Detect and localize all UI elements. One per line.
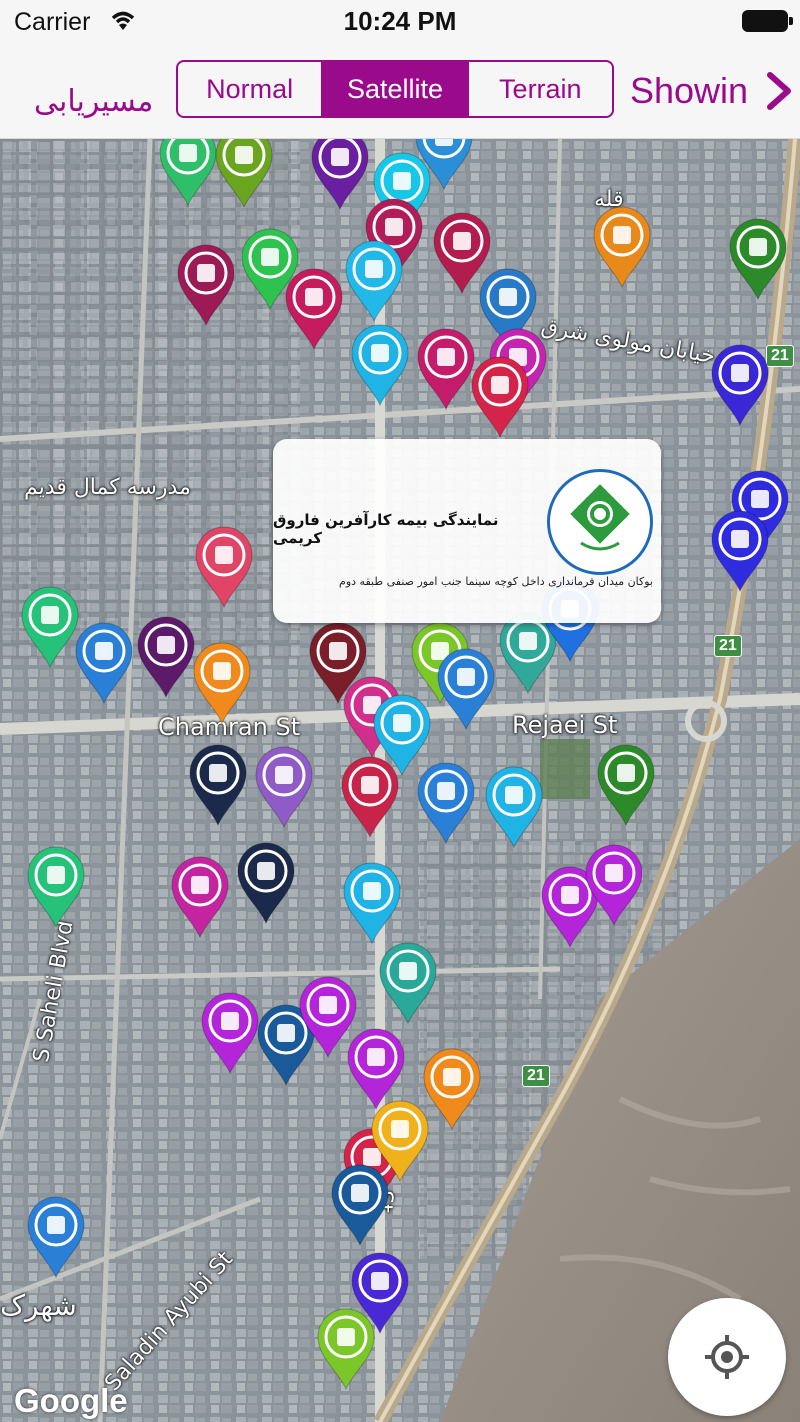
place-marker[interactable]	[156, 139, 220, 207]
routing-button[interactable]: مسیریابی	[34, 84, 153, 119]
place-marker[interactable]	[414, 759, 478, 845]
place-marker[interactable]	[590, 203, 654, 289]
map-type-normal[interactable]: Normal	[178, 62, 324, 116]
place-marker[interactable]	[314, 1305, 378, 1391]
callout-title: نمایندگی بیمه کارآفرین فاروق کریمی	[273, 511, 499, 547]
place-marker[interactable]	[234, 839, 298, 925]
map-label-rejaei: Rejaei St	[512, 711, 618, 739]
showin-button[interactable]: Showin	[630, 70, 794, 112]
insurance-company-logo	[547, 469, 653, 575]
place-marker[interactable]	[582, 841, 646, 927]
road-shield-21: 21	[714, 635, 742, 657]
place-marker[interactable]	[594, 741, 658, 827]
showin-label: Showin	[630, 70, 749, 111]
place-marker[interactable]	[24, 1193, 88, 1279]
place-marker[interactable]	[134, 613, 198, 699]
crosshair-icon	[705, 1335, 749, 1379]
place-marker[interactable]	[252, 743, 316, 829]
place-marker[interactable]	[174, 241, 238, 327]
google-attribution: Google	[14, 1382, 128, 1419]
place-marker[interactable]	[72, 619, 136, 705]
map-label-kamal-school: مدرسه کمال قدیم	[24, 475, 191, 500]
chevron-right-icon	[767, 72, 792, 110]
map-label-shahrak: شهرک	[0, 1289, 77, 1322]
place-marker[interactable]	[468, 353, 532, 439]
place-marker[interactable]	[212, 139, 276, 209]
place-marker[interactable]	[168, 853, 232, 939]
place-marker[interactable]	[190, 639, 254, 725]
place-marker[interactable]	[328, 1161, 392, 1247]
place-marker[interactable]	[376, 939, 440, 1025]
map-type-satellite[interactable]: Satellite	[323, 62, 469, 116]
place-marker[interactable]	[434, 645, 498, 731]
place-info-callout[interactable]: نمایندگی بیمه کارآفرین فاروق کریمی بوکان…	[273, 439, 661, 623]
place-marker[interactable]	[482, 763, 546, 849]
battery-icon	[742, 10, 793, 32]
clock: 10:24 PM	[343, 6, 457, 36]
place-marker[interactable]	[192, 523, 256, 609]
place-marker[interactable]	[198, 989, 262, 1075]
my-location-button[interactable]	[668, 1298, 786, 1416]
callout-address: بوکان میدان فرمانداری داخل کوچه سینما جن…	[339, 575, 653, 588]
road-shield-21: 21	[522, 1065, 550, 1087]
map-type-segmented-control: Normal Satellite Terrain	[176, 60, 614, 118]
place-marker[interactable]	[708, 341, 772, 427]
place-marker[interactable]	[340, 859, 404, 945]
map-type-terrain[interactable]: Terrain	[469, 62, 612, 116]
place-marker[interactable]	[24, 843, 88, 929]
place-marker[interactable]	[282, 265, 346, 351]
place-marker[interactable]	[338, 753, 402, 839]
map-view[interactable]: قله خیابان مولوی شرق مدرسه کمال قدیم Cha…	[0, 139, 800, 1422]
place-marker[interactable]	[726, 215, 790, 301]
place-marker[interactable]	[348, 321, 412, 407]
nav-bar: مسیریابی Normal Satellite Terrain Showin	[0, 44, 800, 139]
status-bar: Carrier 10:24 PM	[0, 0, 800, 44]
place-marker[interactable]	[708, 507, 772, 593]
place-marker[interactable]	[186, 741, 250, 827]
place-marker[interactable]	[342, 237, 406, 323]
